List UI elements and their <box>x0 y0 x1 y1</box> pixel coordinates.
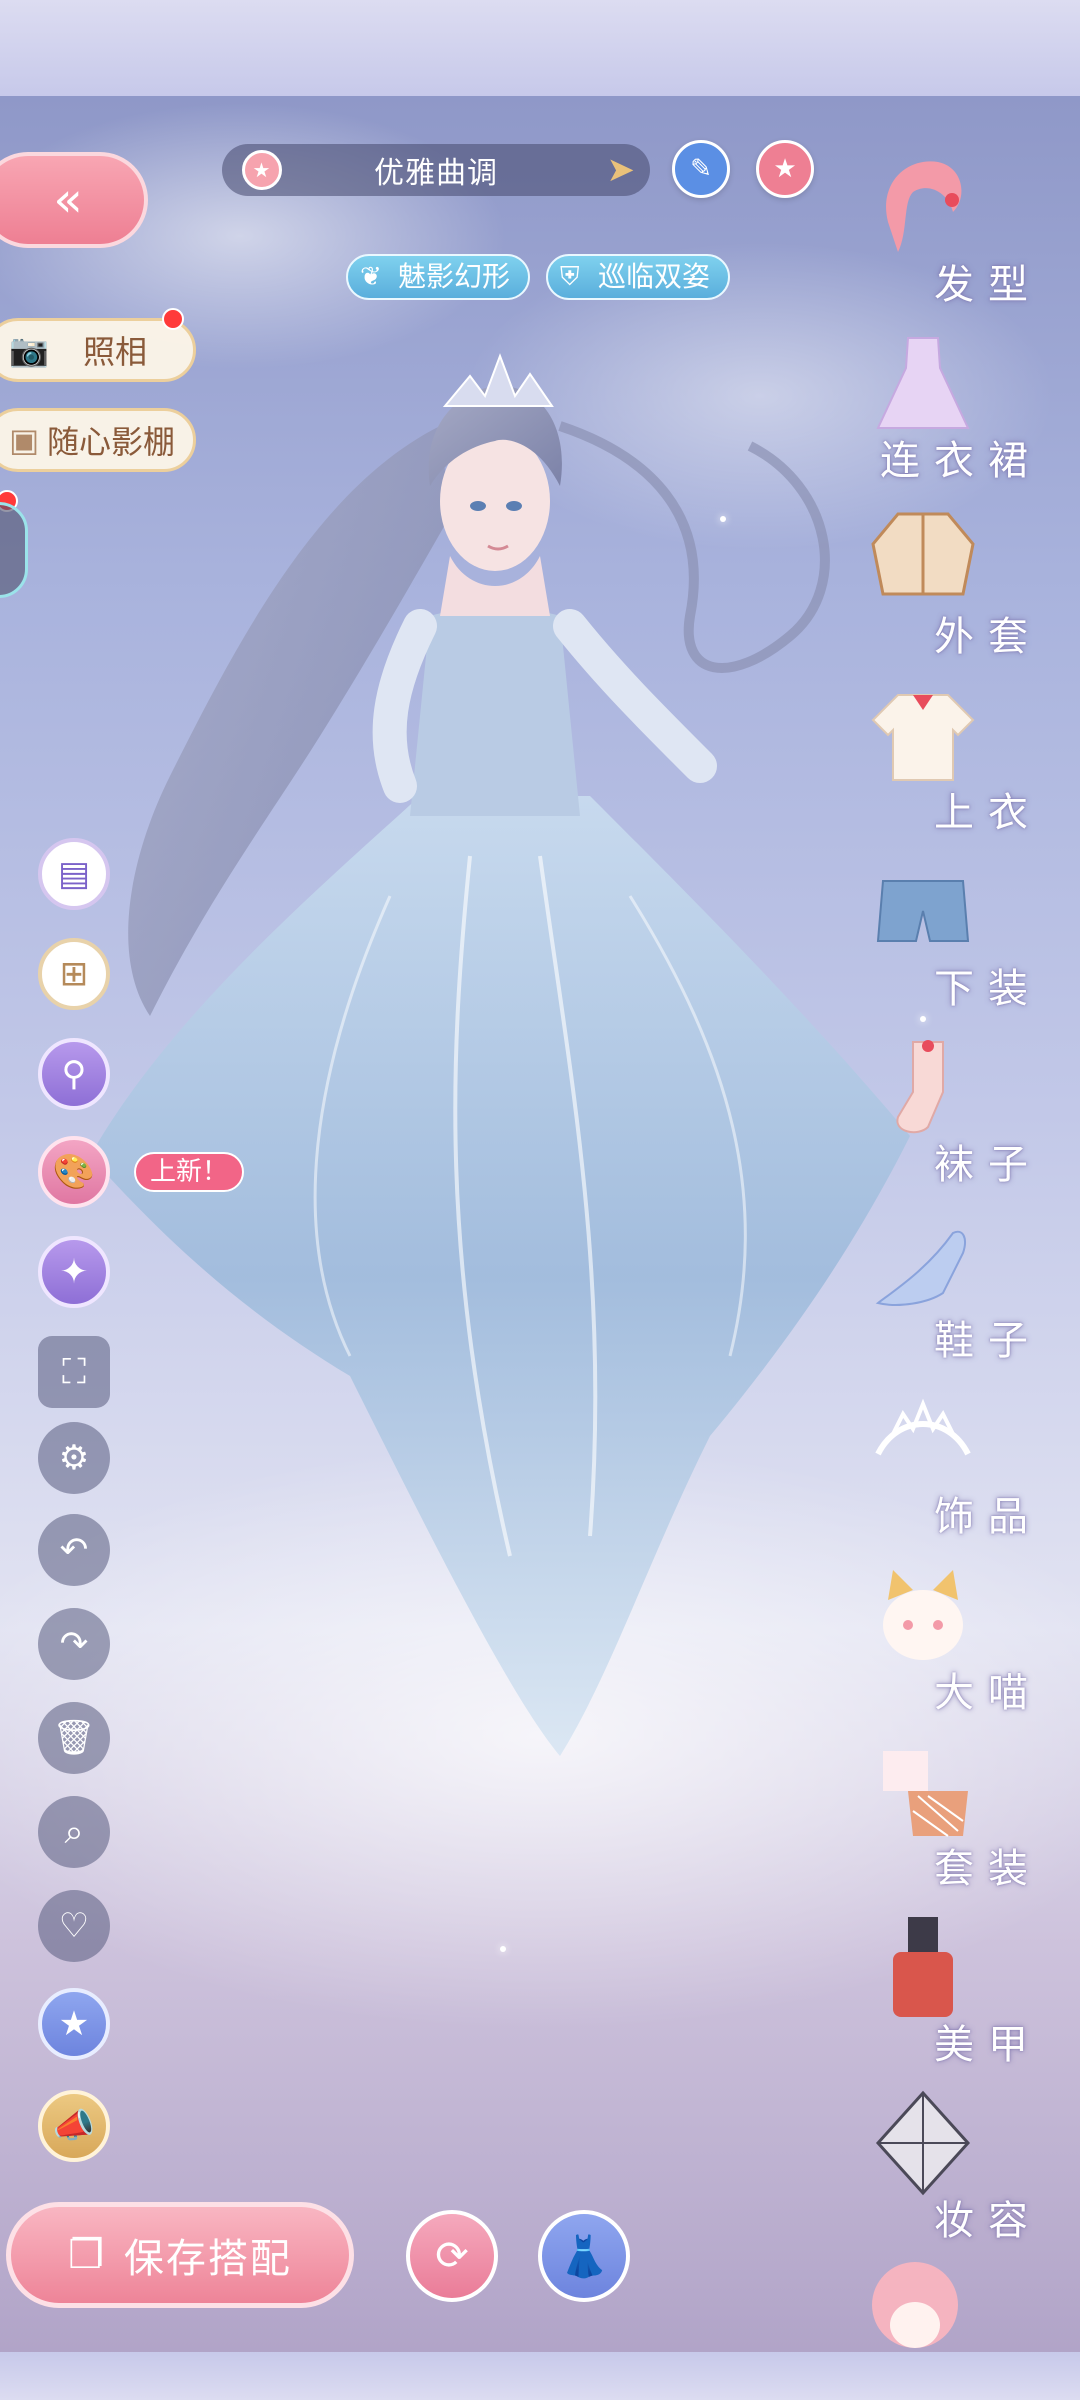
search-filter-icon[interactable]: ⚲ <box>38 1038 110 1110</box>
palette-icon[interactable]: 🎨 <box>38 1136 110 1208</box>
star-icon[interactable]: ★ <box>756 140 814 198</box>
category-dress[interactable]: 连衣裙 <box>868 328 1080 504</box>
megaphone-icon[interactable]: 📣 <box>38 2090 110 2162</box>
category-label: 妆容 <box>934 2198 1042 2244</box>
photo-label: 照相 <box>83 333 148 371</box>
category-nails[interactable]: 美甲 <box>868 1912 1080 2088</box>
pencil-icon[interactable]: ✎ <box>672 140 730 198</box>
category-label: 饰品 <box>934 1494 1042 1540</box>
outfit-icon[interactable]: 👗 <box>538 2210 630 2302</box>
trash-icon[interactable]: 🗑 <box>38 1702 110 1774</box>
save-label: 保存搭配 <box>123 2236 292 2282</box>
tiara-icon <box>875 1398 971 1456</box>
makeup-icon <box>875 2090 971 2196</box>
undo-icon[interactable]: ↶ <box>38 1514 110 1586</box>
category-label: 上衣 <box>934 790 1042 836</box>
shoe-icon <box>875 1230 966 1306</box>
shirt-icon <box>871 694 975 781</box>
category-cat[interactable]: 大喵 <box>868 1560 1080 1736</box>
nail-polish-icon <box>893 1917 953 2017</box>
side-drawer-tab[interactable] <box>0 502 28 598</box>
shield-icon: ⛨ <box>560 262 580 292</box>
studio-label: 随心影棚 <box>47 423 176 461</box>
cards-icon: ❐ <box>68 2232 106 2278</box>
category-label: 下装 <box>934 966 1042 1012</box>
swap-icon[interactable]: ⟳ <box>406 2210 498 2302</box>
character-illustration <box>90 353 910 1756</box>
category-top[interactable]: 上衣 <box>868 680 1080 856</box>
category-label: 袜子 <box>934 1142 1042 1188</box>
notification-dot <box>162 308 184 330</box>
category-label: 连衣裙 <box>880 438 1042 484</box>
save-outfit-button[interactable]: ❐ 保存搭配 <box>6 2202 354 2308</box>
bottom-frame-bar <box>0 2352 1080 2400</box>
suit-icon <box>883 1751 968 1837</box>
category-bottoms[interactable]: 下装 <box>868 856 1080 1032</box>
category-makeup[interactable]: 妆容 <box>868 2088 1080 2264</box>
new-badge: 上新！ <box>134 1152 245 1192</box>
top-frame-bar <box>0 0 1080 98</box>
coat-icon <box>871 512 975 596</box>
category-label: 鞋子 <box>934 1318 1042 1364</box>
category-accessories[interactable]: 饰品 <box>868 1384 1080 1560</box>
category-hair[interactable]: 发型 <box>868 152 1080 328</box>
camera-icon: 📷 <box>9 331 49 369</box>
studio-button[interactable]: ▣ 随心影棚 <box>0 408 196 472</box>
flame-icon: ❦ <box>360 262 382 292</box>
arrow-right-icon: ➤ <box>606 150 636 190</box>
category-label: 发型 <box>934 262 1042 308</box>
category-socks[interactable]: 袜子 <box>868 1032 1080 1208</box>
skill-label: 巡临双姿 <box>598 260 711 293</box>
skill-label: 魅影幻形 <box>398 260 511 293</box>
shorts-icon <box>876 880 970 942</box>
sparkle <box>500 1946 506 1952</box>
star-icon: ★ <box>242 150 282 190</box>
outfit-card-icon[interactable]: ▤ <box>38 838 110 910</box>
magnifier-icon[interactable]: ⌕ <box>38 1796 110 1868</box>
category-shoes[interactable]: 鞋子 <box>868 1208 1080 1384</box>
hair-icon <box>886 161 962 252</box>
category-label: 大喵 <box>934 1670 1042 1716</box>
redo-icon[interactable]: ↷ <box>38 1608 110 1680</box>
outfit-name: 优雅曲调 <box>374 156 498 191</box>
dress-icon <box>876 337 970 429</box>
fullscreen-icon[interactable]: ⛶ <box>38 1336 110 1408</box>
skill-badge-1[interactable]: ❦ 魅影幻形 <box>346 254 531 300</box>
category-label: 套装 <box>934 1846 1042 1892</box>
skill-badge-2[interactable]: ⛨ 巡临双姿 <box>546 254 731 300</box>
category-suit[interactable]: 套装 <box>868 1736 1080 1912</box>
category-label: 外套 <box>934 614 1042 660</box>
avatar <box>872 2262 958 2348</box>
heart-icon[interactable]: ♡ <box>38 1890 110 1962</box>
star-badge-icon[interactable]: ★ <box>38 1988 110 2060</box>
outfit-name-pill[interactable]: ★ 优雅曲调 ➤ <box>222 144 650 196</box>
category-coat[interactable]: 外套 <box>868 504 1080 680</box>
sock-icon <box>896 1040 944 1134</box>
cat-icon <box>883 1570 963 1660</box>
back-button[interactable]: « <box>0 152 148 248</box>
box-icon: ▣ <box>9 421 40 459</box>
category-label: 美甲 <box>934 2022 1042 2068</box>
copy-add-icon[interactable]: ⊞ <box>38 938 110 1010</box>
gear-icon[interactable]: ⚙ <box>38 1422 110 1494</box>
star-sparkle-icon[interactable]: ✦ <box>38 1236 110 1308</box>
double-chevron-left-icon: « <box>53 172 83 228</box>
